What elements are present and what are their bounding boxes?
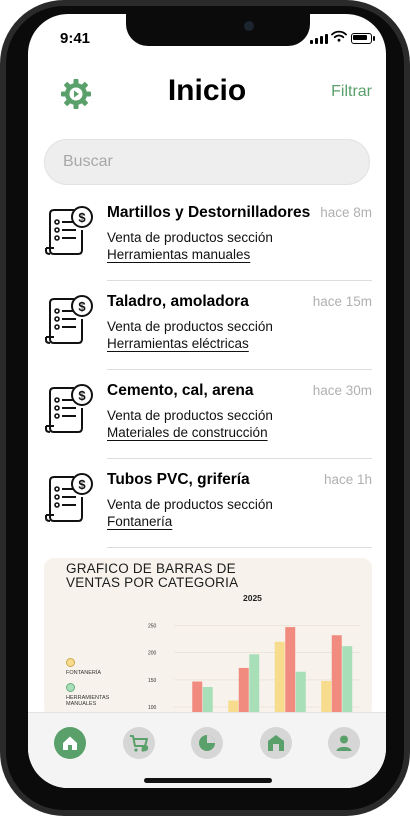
list-item[interactable]: $ Tubos PVC, grifería hace 1h Venta de prod… xyxy=(28,459,386,548)
item-time: hace 8m xyxy=(320,205,372,220)
tab-profile[interactable] xyxy=(328,727,360,759)
chart-bar xyxy=(274,641,285,718)
item-category-link[interactable]: Herramientas eléctricas xyxy=(107,336,249,351)
svg-text:$: $ xyxy=(78,299,86,314)
device-frame: 9:41 Inicio Filtrar Buscar $ Martillos y… xyxy=(0,0,410,816)
front-camera xyxy=(244,21,254,31)
invoice-dollar-icon: $ xyxy=(45,384,93,433)
user-icon xyxy=(336,735,352,751)
tab-home[interactable] xyxy=(54,727,86,759)
item-title: Tubos PVC, grifería xyxy=(107,471,250,488)
screen: 9:41 Inicio Filtrar Buscar $ Martillos y… xyxy=(28,14,386,788)
svg-text:$: $ xyxy=(78,477,86,492)
header: Inicio Filtrar xyxy=(28,70,386,120)
item-category-link[interactable]: Herramientas manuales xyxy=(107,247,250,262)
item-title: Taladro, amoladora xyxy=(107,293,249,310)
store-icon xyxy=(268,735,284,751)
chart-bar xyxy=(249,654,260,718)
list-item[interactable]: $ Taladro, amoladora hace 15m Venta de prod… xyxy=(28,281,386,370)
chart-bar xyxy=(238,667,249,718)
item-title: Cemento, cal, arena xyxy=(107,382,254,399)
home-icon xyxy=(63,736,77,750)
tab-store[interactable] xyxy=(260,727,292,759)
status-time: 9:41 xyxy=(60,30,91,47)
invoice-dollar-icon: $ xyxy=(45,473,93,522)
y-tick-label: 150 xyxy=(148,678,157,684)
item-title: Martillos y Destornilladores xyxy=(107,204,311,221)
legend-swatch-herramientas xyxy=(66,683,75,692)
list-item[interactable]: $ Martillos y Destornilladores hace 8m Vent… xyxy=(28,192,386,281)
invoice-dollar-icon: $ xyxy=(45,295,93,344)
sales-list: $ Martillos y Destornilladores hace 8m Vent… xyxy=(28,192,386,548)
list-item[interactable]: $ Cemento, cal, arena hace 30m Venta de pro… xyxy=(28,370,386,459)
tab-bar xyxy=(28,712,386,788)
item-time: hace 30m xyxy=(312,383,372,398)
invoice-dollar-icon: $ xyxy=(45,206,93,255)
chart-bar xyxy=(342,646,353,718)
chart-legend: FONTANERÍA HERRAMIENTAS MANUALES xyxy=(66,658,126,714)
cart-icon xyxy=(130,735,149,752)
divider xyxy=(107,547,372,548)
svg-text:$: $ xyxy=(78,388,86,403)
wifi-icon xyxy=(331,30,347,42)
item-description: Venta de productos sección xyxy=(107,497,273,512)
chart-bar xyxy=(331,635,342,718)
item-category-link[interactable]: Fontanería xyxy=(107,514,172,529)
item-category-link[interactable]: Materiales de construcción xyxy=(107,425,268,440)
home-indicator xyxy=(144,778,272,783)
notch xyxy=(126,14,310,46)
item-description: Venta de productos sección xyxy=(107,408,273,423)
chart-card: 100 150 200 250 GRAFICO DE BARRAS DE VENTAS… xyxy=(44,558,372,718)
chart-year: 2025 xyxy=(243,593,262,603)
svg-text:$: $ xyxy=(78,210,86,225)
search-input[interactable] xyxy=(61,152,369,172)
filter-button[interactable]: Filtrar xyxy=(331,83,372,101)
legend-label: HERRAMIENTAS MANUALES xyxy=(66,695,110,707)
legend-swatch-fontaneria xyxy=(66,658,75,667)
y-tick-label: 100 xyxy=(148,705,157,711)
item-description: Venta de productos sección xyxy=(107,319,273,334)
pie-chart-icon xyxy=(199,735,215,751)
item-time: hace 1h xyxy=(323,472,372,487)
tab-cart[interactable] xyxy=(123,727,155,759)
y-tick-label: 200 xyxy=(148,651,157,657)
item-time: hace 15m xyxy=(312,294,372,309)
item-description: Venta de productos sección xyxy=(107,230,273,245)
chart-title: GRAFICO DE BARRAS DE VENTAS POR CATEGORI… xyxy=(66,561,239,590)
search-bar[interactable] xyxy=(44,139,370,185)
battery-icon xyxy=(351,33,375,44)
signal-icon xyxy=(310,34,328,44)
tab-stats[interactable] xyxy=(191,727,223,759)
chart-bar xyxy=(285,627,296,718)
y-tick-label: 250 xyxy=(148,623,157,629)
legend-label: FONTANERÍA xyxy=(66,670,102,676)
